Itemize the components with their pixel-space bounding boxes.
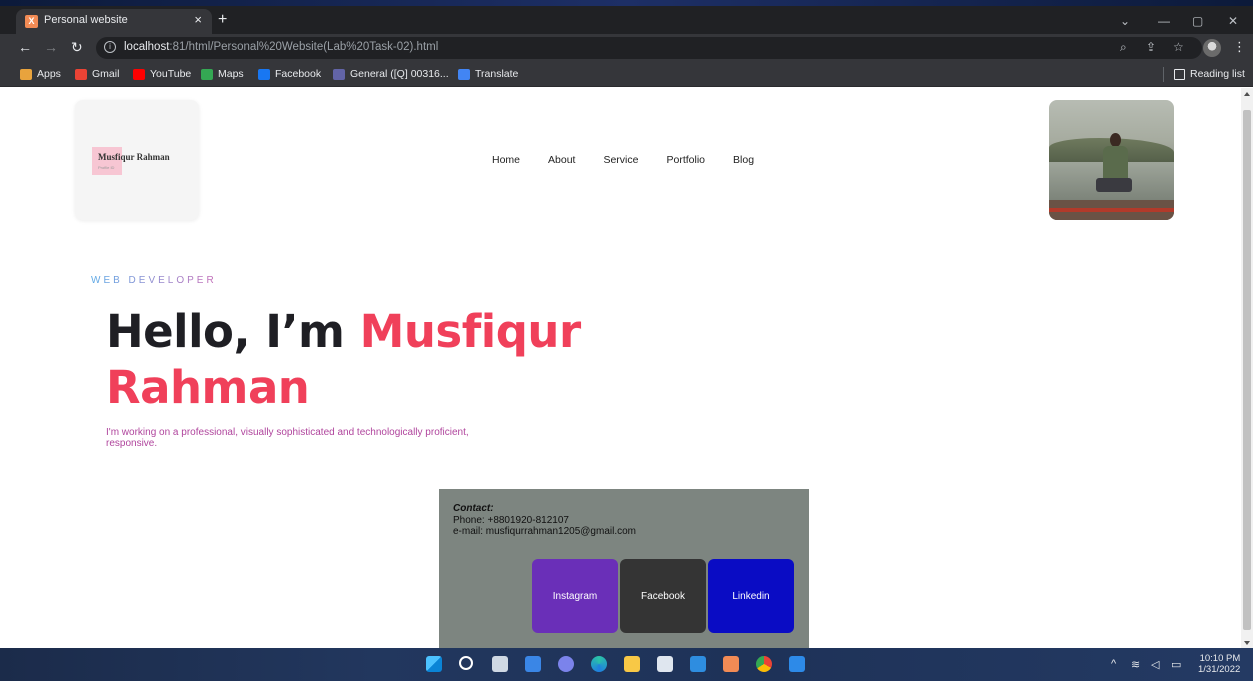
tab-search-dropdown-icon[interactable]: ⌄ — [1120, 14, 1130, 28]
toolbar: ← → ↻ i localhost:81/html/Personal%20Web… — [0, 34, 1253, 62]
bookmark-star-icon[interactable]: ☆ — [1173, 40, 1184, 54]
contact-phone: Phone: +8801920-812107 — [453, 515, 569, 526]
maximize-button[interactable]: ▢ — [1192, 14, 1203, 28]
translate-icon — [458, 68, 470, 80]
logo-card[interactable]: Musfiqur Rahman Profile ID — [75, 100, 199, 220]
hero-lead: Hello, I’m — [106, 305, 360, 358]
reading-list-icon — [1174, 68, 1185, 80]
bookmark-label: Apps — [37, 68, 61, 80]
contact-email: e-mail: musfiqurrahman1205@gmail.com — [453, 526, 636, 537]
photo-person-head — [1110, 133, 1121, 147]
bookmarks-bar: Reading list Apps Gmail YouTube Maps Faceboo… — [0, 62, 1253, 87]
facebook-icon — [258, 68, 270, 80]
edge-icon[interactable] — [591, 656, 607, 672]
file-explorer-icon[interactable] — [624, 656, 640, 672]
photo-boat-rail — [1049, 208, 1174, 212]
bookmark-translate[interactable]: Translate — [458, 68, 518, 80]
forward-arrow-icon[interactable]: → — [44, 40, 58, 54]
bookmark-gmail[interactable]: Gmail — [75, 68, 119, 80]
youtube-icon — [133, 68, 145, 80]
photo-person-legs — [1096, 178, 1132, 192]
clock[interactable]: 10:10 PM 1/31/2022 — [1198, 653, 1240, 675]
nav-blog[interactable]: Blog — [733, 154, 754, 166]
close-window-button[interactable]: ✕ — [1228, 14, 1238, 28]
bookmark-maps[interactable]: Maps — [201, 68, 244, 80]
instagram-button[interactable]: Instagram — [532, 559, 618, 633]
apps-grid-icon — [20, 68, 32, 80]
logo-name: Musfiqur Rahman — [98, 152, 170, 162]
xampp-icon[interactable] — [723, 656, 739, 672]
bookmark-label: Facebook — [275, 68, 322, 80]
divider — [1163, 67, 1164, 82]
widgets-icon[interactable] — [525, 656, 541, 672]
start-icon[interactable] — [426, 656, 442, 672]
profile-photo — [1049, 100, 1174, 220]
reading-list-label: Reading list — [1190, 68, 1245, 80]
teams-icon — [333, 68, 345, 80]
search-icon[interactable] — [459, 656, 473, 670]
nav-about[interactable]: About — [548, 154, 575, 166]
windows-taskbar: ^ ≋ ◁ ▭ 10:10 PM 1/31/2022 — [0, 648, 1253, 681]
url-text[interactable]: localhost:81/html/Personal%20Website(Lab… — [124, 41, 438, 53]
linkedin-button[interactable]: Linkedin — [708, 559, 794, 633]
hero-description: I'm working on a professional, visually … — [106, 427, 469, 449]
page-viewport: Musfiqur Rahman Profile ID Home About Se… — [0, 88, 1241, 648]
tab-close-icon[interactable]: × — [194, 12, 202, 27]
tab-title: Personal website — [44, 14, 128, 26]
main-nav: Home About Service Portfolio Blog — [492, 154, 754, 166]
bookmark-facebook[interactable]: Facebook — [258, 68, 321, 80]
bookmark-label: Gmail — [92, 68, 120, 80]
bookmark-youtube[interactable]: YouTube — [133, 68, 191, 80]
chat-icon[interactable] — [558, 656, 574, 672]
new-tab-button[interactable]: + — [218, 12, 227, 28]
bookmark-apps-grid[interactable]: Apps — [20, 68, 61, 80]
minimize-button[interactable]: — — [1158, 14, 1170, 28]
volume-icon[interactable]: ◁ — [1151, 658, 1159, 671]
scroll-up-icon[interactable] — [1244, 92, 1250, 96]
facebook-button[interactable]: Facebook — [620, 559, 706, 633]
tray-overflow-icon[interactable]: ^ — [1111, 658, 1116, 670]
nav-service[interactable]: Service — [603, 154, 638, 166]
maps-icon — [201, 68, 213, 80]
zoom-icon[interactable]: ⌕ — [1120, 40, 1127, 55]
share-icon[interactable]: ⇪ — [1146, 40, 1156, 54]
role-kicker: WEB DEVELOPER — [91, 275, 217, 286]
hero-heading: Hello, I’m Musfiqur Rahman — [106, 304, 666, 416]
nav-home[interactable]: Home — [492, 154, 520, 166]
bookmark-teams[interactable]: General ([Q] 00316... — [333, 68, 449, 80]
bookmark-label: Maps — [218, 68, 244, 80]
profile-avatar-icon[interactable] — [1203, 39, 1221, 57]
task-view-icon[interactable] — [492, 656, 508, 672]
clock-time: 10:10 PM — [1199, 653, 1241, 664]
reload-icon[interactable]: ↻ — [71, 40, 83, 54]
clock-date: 1/31/2022 — [1198, 664, 1241, 675]
browser-tab[interactable]: X Personal website × — [16, 9, 212, 34]
contact-box: Contact: Phone: +8801920-812107 e-mail: … — [439, 489, 809, 648]
xampp-favicon-icon: X — [25, 15, 38, 28]
contact-label: Contact: — [453, 503, 494, 514]
bookmark-label: YouTube — [150, 68, 192, 80]
page-scrollbar[interactable] — [1241, 88, 1253, 648]
battery-icon[interactable]: ▭ — [1171, 658, 1181, 671]
scroll-down-icon[interactable] — [1244, 641, 1250, 645]
bookmark-label: General ([Q] 00316... — [350, 68, 449, 80]
address-bar[interactable]: i localhost:81/html/Personal%20Website(L… — [96, 37, 1202, 59]
photo-person-body — [1103, 146, 1128, 180]
tab-strip: X Personal website × + ⌄ — ▢ ✕ — [0, 6, 1253, 34]
store-icon[interactable] — [657, 656, 673, 672]
chrome-icon[interactable] — [756, 656, 772, 672]
nav-portfolio[interactable]: Portfolio — [666, 154, 705, 166]
site-info-icon[interactable]: i — [104, 41, 116, 53]
mail-icon[interactable] — [690, 656, 706, 672]
wifi-icon[interactable]: ≋ — [1131, 658, 1140, 671]
back-arrow-icon[interactable]: ← — [18, 40, 32, 54]
vscode-icon[interactable] — [789, 656, 805, 672]
gmail-icon — [75, 68, 87, 80]
bookmark-label: Translate — [475, 68, 519, 80]
reading-list-button[interactable]: Reading list — [1174, 68, 1245, 80]
more-menu-icon[interactable]: ⋮ — [1233, 39, 1246, 55]
logo-subtitle: Profile ID — [98, 165, 115, 170]
scroll-thumb[interactable] — [1243, 110, 1251, 630]
